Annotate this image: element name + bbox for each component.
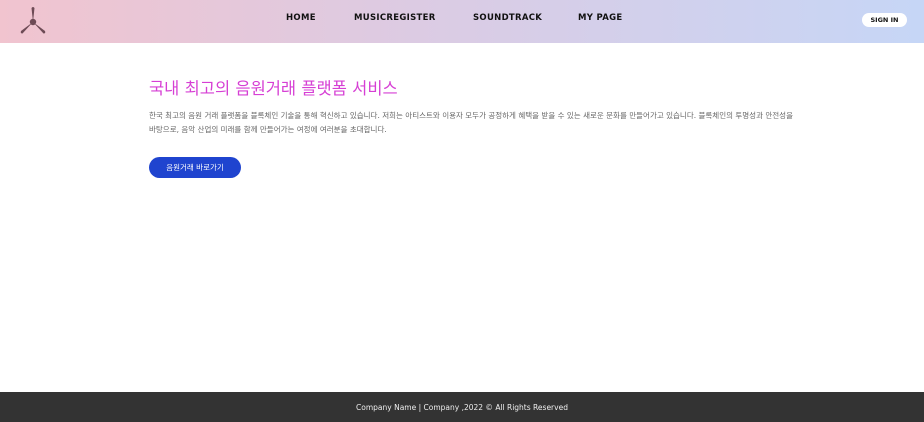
- sign-in-button[interactable]: SIGN IN: [862, 13, 907, 27]
- nav-mypage-link[interactable]: MY PAGE: [578, 13, 622, 23]
- nav-musicregister-link[interactable]: MUSICREGISTER: [354, 13, 436, 23]
- footer: Company Name | Company ,2022 © All Right…: [0, 392, 924, 422]
- nav-home-link[interactable]: HOME: [286, 13, 316, 23]
- go-to-music-trading-button[interactable]: 음원거래 바로가기: [149, 157, 241, 178]
- nav-soundtrack-link[interactable]: SOUNDTRACK: [473, 13, 542, 23]
- hero-description: 한국 최고의 음원 거래 플랫폼을 블록체인 기술을 통해 혁신하고 있습니다.…: [149, 111, 793, 134]
- main-nav: HOME MUSICREGISTER SOUNDTRACK MY PAGE: [0, 13, 924, 27]
- footer-copyright: Company Name | Company ,2022 © All Right…: [356, 403, 568, 412]
- top-navigation-bar: HOME MUSICREGISTER SOUNDTRACK MY PAGE SI…: [0, 0, 924, 43]
- hero-title: 국내 최고의 음원거래 플랫폼 서비스: [149, 79, 398, 98]
